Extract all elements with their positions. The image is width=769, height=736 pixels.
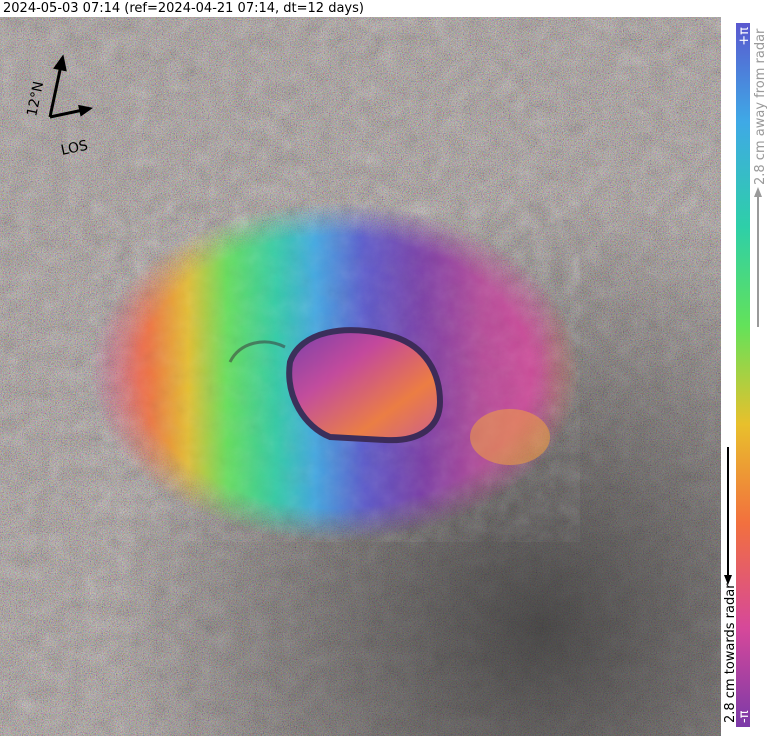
title-bar: 2024-05-03 07:14 (ref=2024-04-21 07:14, … [0,0,769,17]
away-from-radar-label: 2.8 cm away from radar [753,28,768,185]
colorbar-top-label: +π [737,27,752,46]
phase-colorbar: +π -π 2.8 cm away from radar 2.8 cm towa… [723,23,768,727]
interferogram-map: 12°N LOS [0,17,721,736]
colorbar-gradient [736,23,750,727]
caldera-shape [286,327,444,444]
colorbar-panel: +π -π 2.8 cm away from radar 2.8 cm towa… [721,17,769,736]
image-title: 2024-05-03 07:14 (ref=2024-04-21 07:14, … [3,1,364,16]
towards-radar-label: 2.8 cm towards radar [723,583,738,723]
colorbar-bottom-label: -π [737,710,752,723]
interferogram-image: 12°N LOS [0,17,721,736]
